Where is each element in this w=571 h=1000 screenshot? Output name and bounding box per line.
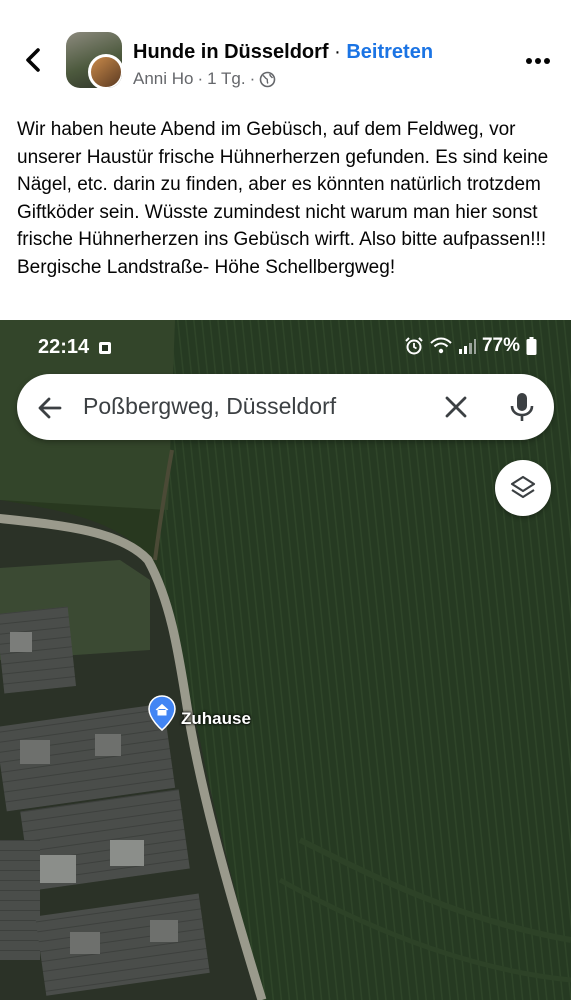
- wifi-icon: [430, 337, 452, 354]
- maps-search-bar[interactable]: Poßbergweg, Düsseldorf: [17, 374, 554, 440]
- signal-icon: [458, 339, 476, 354]
- post-time[interactable]: 1 Tg.: [207, 69, 245, 89]
- group-name[interactable]: Hunde in Düsseldorf: [133, 41, 329, 63]
- search-input[interactable]: Poßbergweg, Düsseldorf: [83, 393, 336, 420]
- author-name[interactable]: Anni Ho: [133, 69, 193, 89]
- pin-label: Zuhause: [181, 709, 251, 728]
- alarm-icon: [405, 337, 423, 355]
- group-line: Hunde in Düsseldorf · Beitreten: [133, 41, 433, 64]
- join-button[interactable]: Beitreten: [346, 41, 433, 63]
- battery-icon: [526, 337, 537, 355]
- separator: ·: [328, 41, 347, 63]
- layers-icon: [510, 475, 536, 499]
- home-pin-icon[interactable]: [148, 695, 176, 731]
- meta-separator: ·: [197, 69, 204, 88]
- status-icons: 77%: [404, 335, 537, 357]
- back-button[interactable]: [18, 42, 48, 78]
- post-header: Hunde in Düsseldorf · Beitreten Anni Ho …: [0, 0, 571, 110]
- status-time: 22:14: [38, 336, 90, 358]
- post-image[interactable]: 22:14 77% Poßbergweg, Düsseldorf Zuhause: [0, 320, 571, 1000]
- close-icon[interactable]: [441, 392, 471, 422]
- meta-separator: ·: [249, 69, 256, 88]
- chevron-left-icon: [26, 48, 40, 72]
- screenshot-notification-icon: [99, 342, 111, 354]
- microphone-icon[interactable]: [507, 391, 537, 423]
- more-horizontal-icon: [526, 58, 550, 64]
- globe-icon: [259, 71, 276, 87]
- more-options-button[interactable]: [520, 50, 556, 72]
- group-avatar[interactable]: [66, 32, 122, 88]
- author-avatar[interactable]: [88, 54, 122, 88]
- arrow-left-icon[interactable]: [35, 393, 65, 423]
- post-meta: Anni Ho · 1 Tg. ·: [133, 69, 276, 89]
- layers-button[interactable]: [495, 460, 551, 516]
- post-text: Wir haben heute Abend im Gebüsch, auf de…: [17, 119, 549, 278]
- status-bar: 22:14 77%: [0, 320, 571, 370]
- battery-level: 77%: [481, 335, 520, 356]
